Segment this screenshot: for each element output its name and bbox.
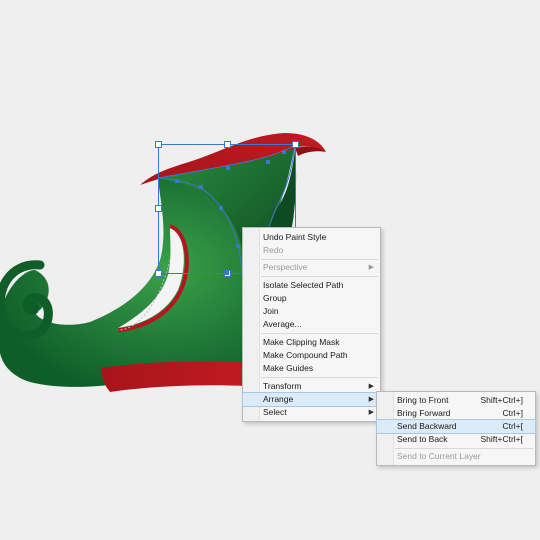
menu-item-isolate-selected-path[interactable]: Isolate Selected Path <box>243 279 380 292</box>
menu-item-transform[interactable]: Transform ▶ <box>243 380 380 393</box>
menu-item-arrange[interactable]: Arrange ▶ <box>242 392 381 407</box>
menu-separator <box>261 276 378 277</box>
menu-separator <box>261 259 378 260</box>
menu-item-label: Isolate Selected Path <box>263 280 344 290</box>
arrange-submenu: Bring to Front Shift+Ctrl+] Bring Forwar… <box>376 391 536 466</box>
menu-item-undo-paint-style[interactable]: Undo Paint Style <box>243 231 380 244</box>
menu-separator <box>261 333 378 334</box>
red-sole <box>101 361 245 392</box>
menu-item-shortcut: Ctrl+[ <box>502 421 523 431</box>
menu-item-shortcut: Ctrl+] <box>502 408 523 418</box>
menu-item-label: Arrange <box>263 394 294 404</box>
triangle-right-icon: ▶ <box>368 264 374 271</box>
menu-item-select[interactable]: Select ▶ <box>243 406 380 419</box>
menu-item-redo[interactable]: Redo <box>243 244 380 257</box>
menu-item-label: Redo <box>263 245 284 255</box>
menu-item-bring-to-front[interactable]: Bring to Front Shift+Ctrl+] <box>377 394 535 407</box>
menu-item-label: Select <box>263 407 287 417</box>
menu-item-label: Join <box>263 306 279 316</box>
menu-item-send-backward[interactable]: Send Backward Ctrl+[ <box>376 419 536 434</box>
menu-item-group[interactable]: Group <box>243 292 380 305</box>
menu-item-shortcut: Shift+Ctrl+[ <box>480 434 523 444</box>
menu-item-label: Make Guides <box>263 363 314 373</box>
menu-item-label: Bring to Front <box>397 395 449 405</box>
menu-item-label: Send to Back <box>397 434 448 444</box>
menu-item-label: Make Clipping Mask <box>263 337 340 347</box>
menu-item-send-to-back[interactable]: Send to Back Shift+Ctrl+[ <box>377 433 535 446</box>
menu-item-make-clipping-mask[interactable]: Make Clipping Mask <box>243 336 380 349</box>
menu-item-join[interactable]: Join <box>243 305 380 318</box>
menu-item-label: Send to Current Layer <box>397 451 481 461</box>
menu-item-label: Transform <box>263 381 302 391</box>
menu-item-label: Average... <box>263 319 302 329</box>
menu-item-label: Perspective <box>263 262 308 272</box>
menu-item-send-to-current-layer[interactable]: Send to Current Layer <box>377 450 535 463</box>
triangle-right-icon: ▶ <box>368 383 374 390</box>
menu-item-perspective[interactable]: Perspective ▶ <box>243 261 380 274</box>
menu-item-label: Bring Forward <box>397 408 451 418</box>
triangle-right-icon: ▶ <box>368 396 374 403</box>
menu-separator <box>395 448 533 449</box>
context-menu: Undo Paint Style Redo Perspective ▶ Isol… <box>242 227 381 422</box>
menu-separator <box>261 377 378 378</box>
menu-item-bring-forward[interactable]: Bring Forward Ctrl+] <box>377 407 535 420</box>
menu-item-label: Group <box>263 293 287 303</box>
menu-item-label: Send Backward <box>397 421 457 431</box>
menu-item-average[interactable]: Average... <box>243 318 380 331</box>
triangle-right-icon: ▶ <box>368 409 374 416</box>
menu-item-make-guides[interactable]: Make Guides <box>243 362 380 375</box>
menu-item-label: Undo Paint Style <box>263 232 327 242</box>
menu-item-make-compound-path[interactable]: Make Compound Path <box>243 349 380 362</box>
menu-item-shortcut: Shift+Ctrl+] <box>480 395 523 405</box>
menu-item-label: Make Compound Path <box>263 350 348 360</box>
